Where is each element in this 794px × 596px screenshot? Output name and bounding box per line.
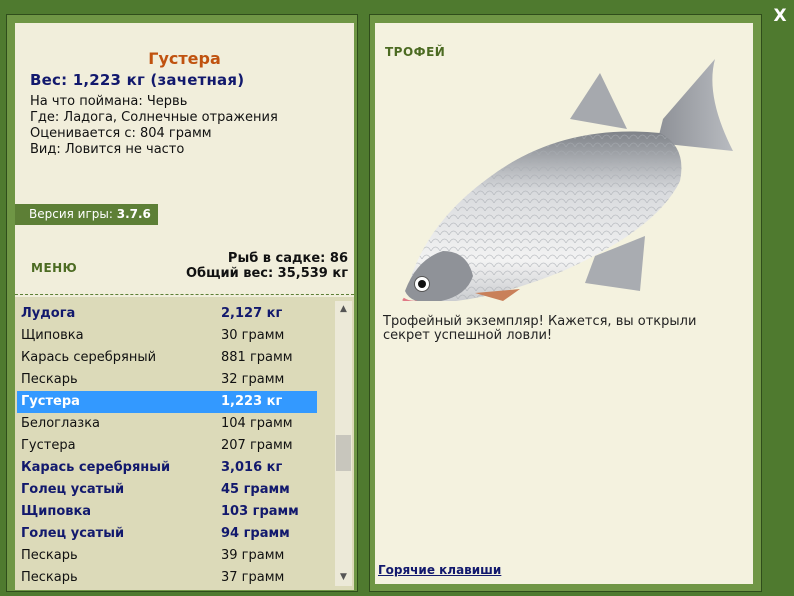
divider [15,294,354,295]
version-label: Версия игры: [29,207,113,221]
catch-list-row[interactable]: Густера 207 грамм [17,435,317,457]
scroll-thumb[interactable] [336,435,351,471]
catch-list: Лудога 2,127 кг Щиповка 30 грамм Карась сере… [15,297,354,590]
version-value: 3.7.6 [116,207,151,221]
catch-name: Белоглазка [21,416,101,431]
catch-list-row[interactable]: Пескарь 39 грамм [17,545,317,567]
catch-list-row[interactable]: Голец усатый 45 грамм [17,479,317,501]
catch-weight: 103 грамм [221,504,299,519]
catch-weight: 207 грамм [221,438,293,453]
catch-name: Густера [21,438,76,453]
catch-name: Щиповка [21,328,84,343]
catch-name: Голец усатый [21,526,125,541]
catch-weight: 3,016 кг [221,460,283,475]
cage-count: Рыб в садке: 86 [227,251,348,266]
fish-name: Густера [148,49,221,68]
scroll-down-icon[interactable]: ▼ [335,569,352,586]
catch-weight: 94 грамм [221,526,290,541]
menu-button[interactable]: МЕНЮ [31,261,77,275]
catch-weight: 2,127 кг [221,306,283,321]
trophy-panel: ТРОФЕЙ Трофейный экземпляр! Кажется, вы … [375,23,753,584]
catch-list-row[interactable]: Щиповка 103 грамм [17,501,317,523]
fish-image [402,59,733,301]
catch-list-row[interactable]: Щиповка 30 грамм [17,325,317,347]
catch-name: Пескарь [21,548,78,563]
fish-location: Где: Ладога, Солнечные отражения [30,110,278,125]
scroll-up-icon[interactable]: ▲ [335,301,352,318]
catch-weight: 30 грамм [221,328,285,343]
catch-list-row[interactable]: Голец усатый 94 грамм [17,523,317,545]
total-weight: Общий вес: 35,539 кг [185,266,348,281]
catch-list-row[interactable]: Густера 1,223 кг [17,391,317,413]
catch-list-row[interactable]: Пескарь 32 грамм [17,369,317,391]
fish-bait: На что поймана: Червь [30,94,188,109]
catch-name: Пескарь [21,570,78,585]
fish-info-panel: Густера Вес: 1,223 кг (зачетная) На что … [15,23,354,590]
fish-valued: Оценивается с: 804 грамм [30,126,212,141]
catch-list-row[interactable]: Карась серебряный 3,016 кг [17,457,317,479]
catch-list-row[interactable]: Пескарь 37 грамм [17,567,317,589]
hotkeys-link[interactable]: Горячие клавиши [378,563,501,577]
catch-name: Густера [21,394,80,409]
catch-name: Лудога [21,306,76,321]
catch-list-row[interactable]: Белоглазка 104 грамм [17,413,317,435]
catch-weight: 1,223 кг [221,394,283,409]
fish-kind: Вид: Ловится не часто [30,142,185,157]
catch-name: Голец усатый [21,482,125,497]
catch-weight: 45 грамм [221,482,290,497]
fish-weight: Вес: 1,223 кг (зачетная) [30,71,245,89]
catch-weight: 104 грамм [221,416,293,431]
catch-name: Пескарь [21,372,78,387]
catch-list-row[interactable]: Лудога 2,127 кг [17,303,317,325]
catch-name: Щиповка [21,504,92,519]
scrollbar[interactable]: ▲ ▼ [335,301,352,586]
catch-name: Карась серебряный [21,460,171,475]
trophy-text: Трофейный экземпляр! Кажется, вы открыли… [383,314,697,343]
catch-name: Карась серебряный [21,350,157,365]
catch-weight: 32 грамм [221,372,285,387]
catch-list-row[interactable]: Карась серебряный 881 грамм [17,347,317,369]
catch-weight: 37 грамм [221,570,285,585]
close-button[interactable]: X [770,6,790,26]
catch-weight: 39 грамм [221,548,285,563]
version-bar: Версия игры: 3.7.6 [15,204,158,225]
catch-weight: 881 грамм [221,350,293,365]
